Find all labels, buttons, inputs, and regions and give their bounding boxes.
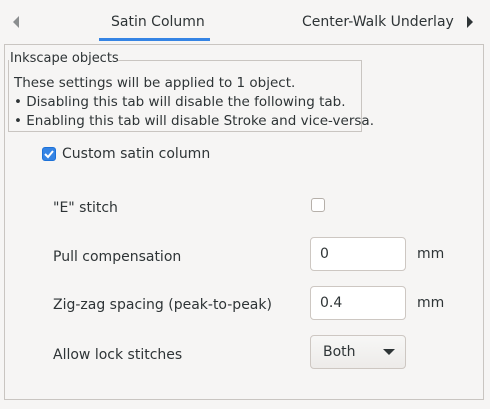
tab-satin-column[interactable]: Satin Column <box>111 14 205 30</box>
e-stitch-checkbox[interactable] <box>311 198 325 212</box>
lock-stitches-label: Allow lock stitches <box>53 347 183 363</box>
info-frame-border <box>118 60 362 61</box>
e-stitch-label: "E" stitch <box>53 200 118 216</box>
info-line: These settings will be applied to 1 obje… <box>14 75 296 91</box>
zigzag-spacing-unit: mm <box>417 295 445 311</box>
pull-compensation-unit: mm <box>417 246 445 262</box>
pull-compensation-label: Pull compensation <box>53 249 182 265</box>
zigzag-spacing-input[interactable]: 0.4 <box>310 286 406 320</box>
active-tab-indicator <box>99 38 210 41</box>
pull-compensation-input[interactable]: 0 <box>310 237 406 271</box>
zigzag-spacing-label: Zig-zag spacing (peak-to-peak) <box>53 297 272 313</box>
scroll-left-icon[interactable] <box>10 14 22 30</box>
tab-bar: Satin Column Center-Walk Underlay <box>0 0 490 44</box>
chevron-down-icon <box>383 349 395 355</box>
scroll-right-icon[interactable] <box>464 14 476 30</box>
lock-stitches-value: Both <box>323 344 356 360</box>
custom-satin-label[interactable]: Custom satin column <box>62 146 210 162</box>
info-line: • Disabling this tab will disable the fo… <box>14 94 346 110</box>
info-frame-title: Inkscape objects <box>10 51 119 66</box>
tab-center-walk-underlay[interactable]: Center-Walk Underlay <box>302 14 454 30</box>
lock-stitches-dropdown[interactable]: Both <box>310 335 406 369</box>
custom-satin-checkbox[interactable] <box>42 147 56 161</box>
info-line: • Enabling this tab will disable Stroke … <box>14 113 374 129</box>
checkmark-icon <box>44 150 54 159</box>
